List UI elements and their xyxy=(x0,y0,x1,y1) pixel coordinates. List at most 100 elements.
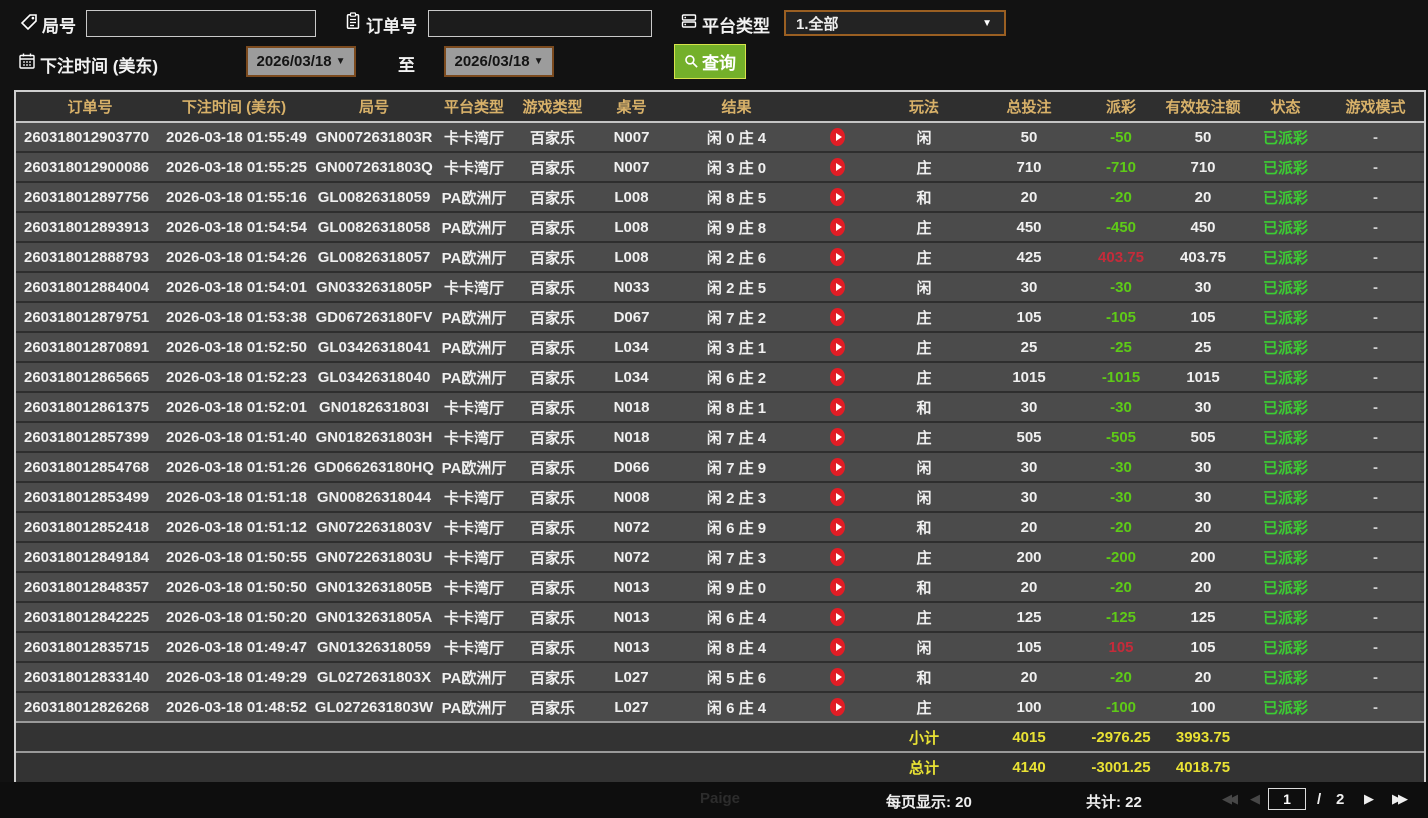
cell-valid-bet: 20 xyxy=(1162,181,1244,212)
cell-replay xyxy=(805,661,870,692)
cell-payout: -30 xyxy=(1080,451,1162,482)
cell-game-mode: - xyxy=(1327,361,1424,392)
cell-bet-time: 2026-03-18 01:55:16 xyxy=(158,181,310,212)
cell-status: 已派彩 xyxy=(1244,181,1327,212)
cell-play-type: 庄 xyxy=(870,211,978,242)
cell-status: 已派彩 xyxy=(1244,631,1327,662)
bet-record-row: 260318012900086 2026-03-18 01:55:25 GN0072… xyxy=(16,151,1424,182)
cell-status: 已派彩 xyxy=(1244,391,1327,422)
cell-game-type: 百家乐 xyxy=(510,391,595,422)
cell-valid-bet: 105 xyxy=(1162,301,1244,332)
cell-order-no: 260318012884004 xyxy=(16,271,158,302)
query-button[interactable]: 查询 xyxy=(674,44,746,79)
bet-record-row: 260318012833140 2026-03-18 01:49:29 GL0272… xyxy=(16,661,1424,692)
date-from-select[interactable]: 2026/03/18 ▼ xyxy=(246,46,356,77)
replay-icon[interactable] xyxy=(830,698,845,717)
col-header-game-type: 游戏类型 xyxy=(510,92,595,123)
cell-game-no: GD067263180FV xyxy=(310,301,438,332)
cell-bet-time: 2026-03-18 01:52:23 xyxy=(158,361,310,392)
replay-icon[interactable] xyxy=(830,128,845,147)
cell-valid-bet: 125 xyxy=(1162,601,1244,632)
date-to-separator: 至 xyxy=(398,56,415,75)
cell-valid-bet: 20 xyxy=(1162,571,1244,602)
bet-time-label: 下注时间 (美东) xyxy=(40,57,159,76)
cell-game-mode: - xyxy=(1327,391,1424,422)
cell-table-no: L027 xyxy=(595,661,668,692)
cell-game-type: 百家乐 xyxy=(510,661,595,692)
replay-icon[interactable] xyxy=(830,188,845,207)
game-no-input[interactable] xyxy=(86,10,316,37)
page-number-input[interactable] xyxy=(1268,788,1306,810)
col-header-replay xyxy=(805,92,870,123)
cell-payout: -50 xyxy=(1080,122,1162,152)
cell-play-type: 闲 xyxy=(870,451,978,482)
first-page-icon[interactable]: ◀◀ xyxy=(1222,791,1238,807)
bet-record-row: 260318012842225 2026-03-18 01:50:20 GN0132… xyxy=(16,601,1424,632)
cell-game-type: 百家乐 xyxy=(510,691,595,722)
last-page-icon[interactable]: ▶▶ xyxy=(1392,791,1408,807)
replay-icon[interactable] xyxy=(830,338,845,357)
replay-icon[interactable] xyxy=(830,458,845,477)
replay-icon[interactable] xyxy=(830,308,845,327)
cell-order-no: 260318012903770 xyxy=(16,122,158,152)
search-icon xyxy=(685,55,698,68)
cell-replay xyxy=(805,511,870,542)
cell-payout: -20 xyxy=(1080,661,1162,692)
next-page-icon[interactable]: ▶ xyxy=(1364,791,1374,807)
replay-icon[interactable] xyxy=(830,638,845,657)
cell-platform: 卡卡湾厅 xyxy=(438,391,510,422)
cell-platform: PA欧洲厅 xyxy=(438,211,510,242)
total-payout: -3001.25 xyxy=(1080,751,1162,782)
replay-icon[interactable] xyxy=(830,428,845,447)
cell-game-mode: - xyxy=(1327,451,1424,482)
cell-table-no: N072 xyxy=(595,541,668,572)
cell-play-type: 闲 xyxy=(870,271,978,302)
cell-result: 闲 8 庄 5 xyxy=(668,181,805,212)
order-no-input[interactable] xyxy=(428,10,652,37)
cell-bet-time: 2026-03-18 01:52:50 xyxy=(158,331,310,362)
cell-game-no: GN0722631803V xyxy=(310,511,438,542)
platform-type-label: 平台类型 xyxy=(702,17,770,36)
cell-payout: -100 xyxy=(1080,691,1162,722)
replay-icon[interactable] xyxy=(830,278,845,297)
cell-replay xyxy=(805,211,870,242)
col-header-bet-time: 下注时间 (美东) xyxy=(158,92,310,123)
cell-game-no: GN0182631803I xyxy=(310,391,438,422)
pagination-bar: Paige 每页显示: 20 共计: 22 ◀◀ ◀ / 2 ▶ ▶▶ xyxy=(0,782,1428,818)
cell-valid-bet: 105 xyxy=(1162,631,1244,662)
replay-icon[interactable] xyxy=(830,248,845,267)
cell-table-no: N033 xyxy=(595,271,668,302)
cell-total-bet: 125 xyxy=(978,601,1080,632)
cell-total-bet: 30 xyxy=(978,451,1080,482)
prev-page-icon[interactable]: ◀ xyxy=(1250,791,1260,807)
col-header-result: 结果 xyxy=(668,92,805,123)
cell-replay xyxy=(805,481,870,512)
replay-icon[interactable] xyxy=(830,548,845,567)
cell-game-mode: - xyxy=(1327,631,1424,662)
platform-type-select[interactable]: 1.全部 ▼ xyxy=(784,10,1006,36)
cell-total-bet: 20 xyxy=(978,661,1080,692)
replay-icon[interactable] xyxy=(830,398,845,417)
replay-icon[interactable] xyxy=(830,668,845,687)
cell-platform: PA欧洲厅 xyxy=(438,451,510,482)
replay-icon[interactable] xyxy=(830,488,845,507)
cell-status: 已派彩 xyxy=(1244,211,1327,242)
replay-icon[interactable] xyxy=(830,578,845,597)
replay-icon[interactable] xyxy=(830,158,845,177)
subtotal-label: 小计 xyxy=(870,721,978,752)
replay-icon[interactable] xyxy=(830,518,845,537)
cell-replay xyxy=(805,122,870,152)
cell-status: 已派彩 xyxy=(1244,421,1327,452)
cell-order-no: 260318012893913 xyxy=(16,211,158,242)
cell-game-no: GN0332631805P xyxy=(310,271,438,302)
cell-order-no: 260318012842225 xyxy=(16,601,158,632)
cell-game-no: GL03426318040 xyxy=(310,361,438,392)
cell-total-bet: 30 xyxy=(978,481,1080,512)
replay-icon[interactable] xyxy=(830,368,845,387)
replay-icon[interactable] xyxy=(830,608,845,627)
cell-play-type: 闲 xyxy=(870,122,978,152)
cell-order-no: 260318012833140 xyxy=(16,661,158,692)
bet-records-table: 订单号 下注时间 (美东) 局号 平台类型 游戏类型 桌号 结果 玩法 总投注 … xyxy=(14,90,1426,784)
date-to-select[interactable]: 2026/03/18 ▼ xyxy=(444,46,554,77)
replay-icon[interactable] xyxy=(830,218,845,237)
